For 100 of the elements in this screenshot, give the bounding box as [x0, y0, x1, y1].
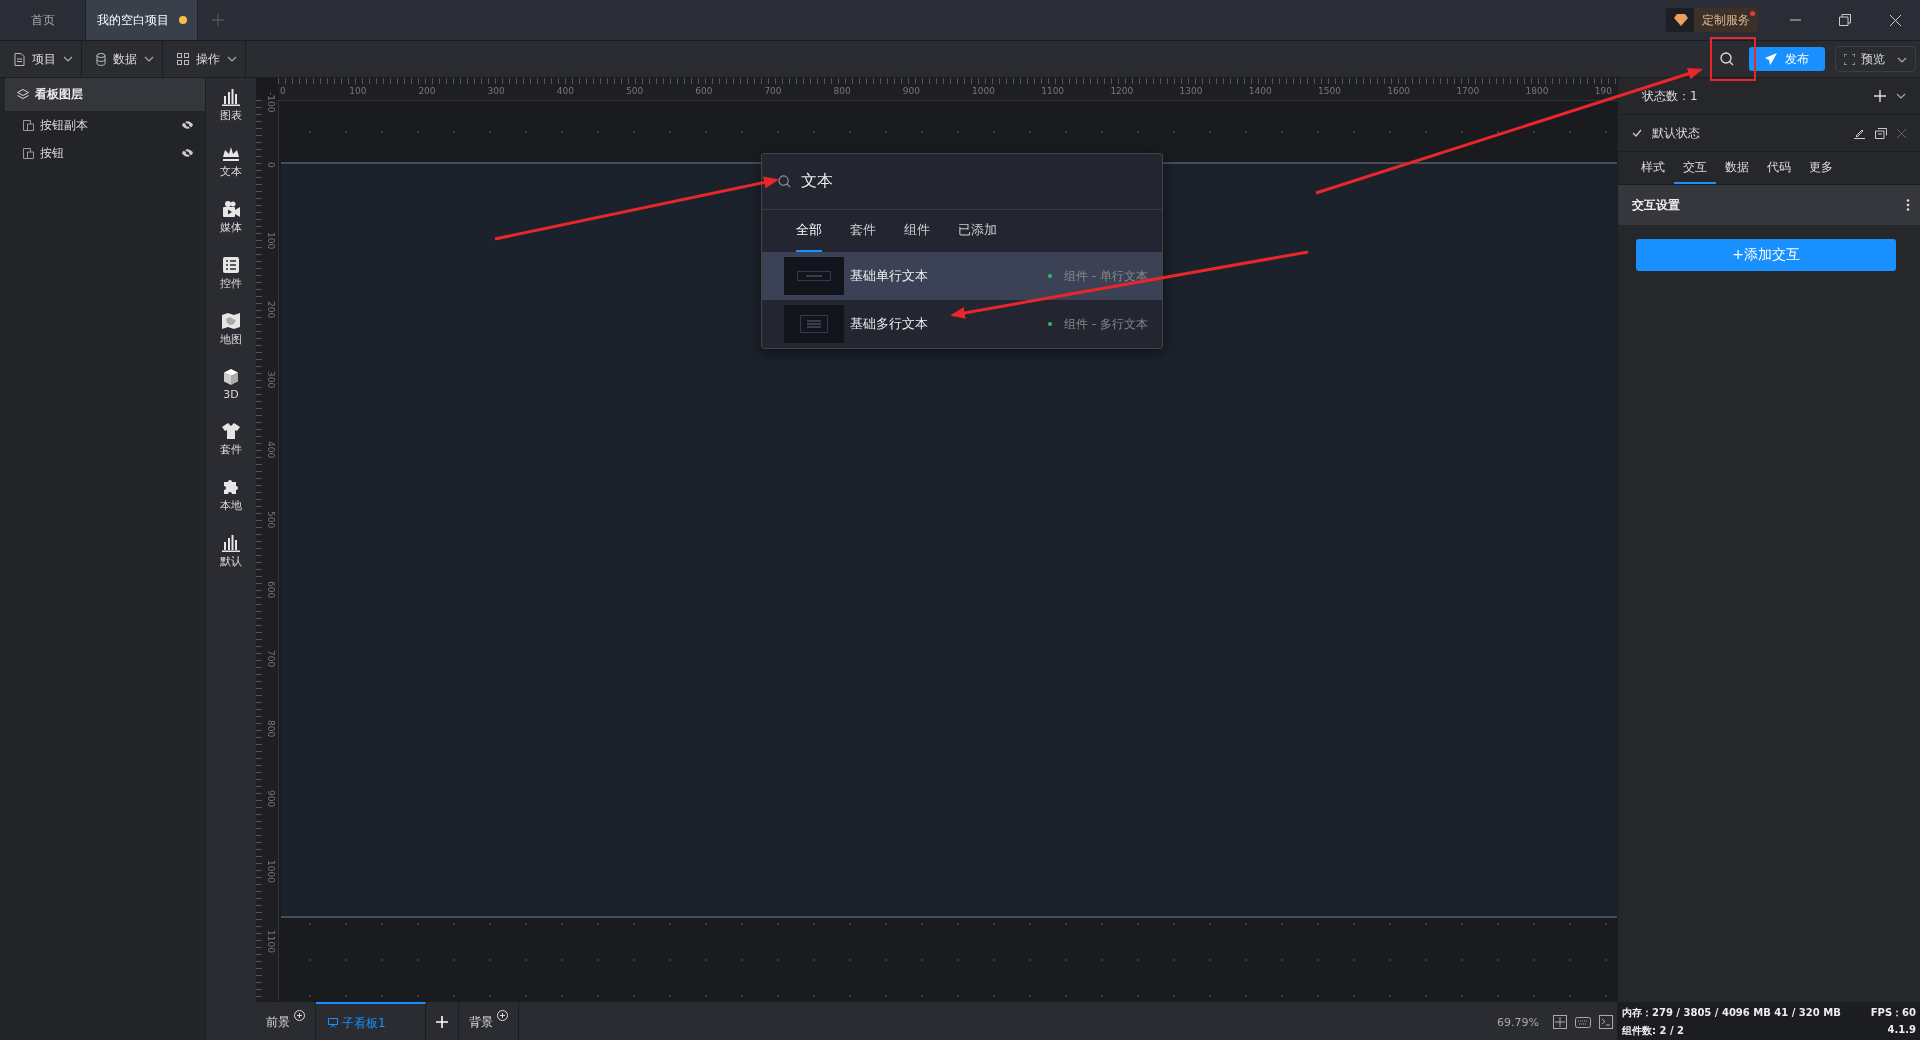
component-thumbnail: [784, 305, 844, 343]
search-result[interactable]: 基础单行文本 组件 - 单行文本: [762, 252, 1162, 300]
ruler-label: 200: [266, 301, 276, 319]
filter-tab[interactable]: 套件: [850, 210, 876, 252]
ruler-label: 800: [266, 720, 276, 738]
bar-chart-icon: [221, 88, 241, 106]
ruler-label: 0: [266, 161, 276, 168]
ruler-label: 1500: [1318, 86, 1341, 96]
document-tab[interactable]: 我的空白项目: [86, 0, 198, 40]
chevron-down-icon: [144, 56, 154, 62]
ruler-label: 600: [266, 580, 276, 598]
shirt-icon: [221, 422, 241, 440]
ruler-label: 0: [280, 86, 286, 96]
section-title: 交互设置: [1632, 196, 1681, 214]
send-icon: [1765, 53, 1777, 65]
cube-icon: [221, 368, 241, 386]
ruler-label: 700: [764, 86, 782, 96]
filter-tab[interactable]: 已添加: [958, 210, 997, 252]
preview-button[interactable]: 预览: [1835, 46, 1916, 72]
ruler-label: 500: [626, 86, 644, 96]
state-name[interactable]: 默认状态: [1652, 124, 1844, 142]
tool-button[interactable]: 本地: [220, 478, 242, 513]
property-tab[interactable]: 代码: [1758, 152, 1800, 184]
ruler-label: 1100: [266, 929, 276, 953]
minimize-icon[interactable]: [1789, 19, 1801, 21]
tool-button[interactable]: 地图: [220, 312, 242, 347]
component-thumbnail: [784, 257, 844, 295]
map-icon: [221, 312, 241, 330]
search-icon: [1720, 52, 1734, 66]
board-tab[interactable]: 子看板1: [316, 1002, 426, 1040]
copy-icon[interactable]: [1875, 127, 1887, 139]
plus-icon: [436, 1016, 448, 1028]
chevron-down-icon: [1896, 93, 1906, 99]
edit-icon[interactable]: [1854, 127, 1865, 139]
database-icon: [96, 52, 106, 66]
property-tab[interactable]: 数据: [1716, 152, 1758, 184]
property-tab[interactable]: 样式: [1632, 152, 1674, 184]
chevron-down-icon: [63, 56, 73, 62]
document-icon: [14, 52, 25, 66]
layer-item[interactable]: 按钮: [0, 139, 205, 167]
tool-button[interactable]: 控件: [220, 256, 242, 291]
tool-button[interactable]: 文本: [220, 144, 242, 179]
button-layer-icon: [23, 147, 34, 159]
chevron-down-icon: [227, 56, 237, 62]
search-input[interactable]: 文本: [801, 172, 1101, 191]
ruler-label: 400: [556, 86, 574, 96]
tool-button[interactable]: 图表: [220, 88, 242, 123]
background-tab[interactable]: 背景: [459, 1002, 519, 1040]
chevron-down-icon: [1897, 57, 1907, 63]
eye-slash-icon[interactable]: [182, 121, 193, 129]
ruler-label: 100: [349, 86, 367, 96]
result-category: 组件 - 单行文本: [1064, 267, 1148, 285]
ruler-label: 1600: [1387, 86, 1411, 96]
search-result[interactable]: 基础多行文本 组件 - 多行文本: [762, 300, 1162, 348]
tool-button[interactable]: 媒体: [220, 200, 242, 235]
search-icon: [778, 175, 791, 188]
service-button[interactable]: 定制服务: [1666, 8, 1758, 32]
ruler-label: 1200: [1110, 86, 1134, 96]
ruler-label: 1000: [972, 86, 995, 96]
tool-button[interactable]: 套件: [220, 422, 242, 457]
state-count: 状态数：1: [1642, 87, 1699, 105]
ruler-label: 190: [1594, 86, 1612, 96]
ruler-label: 800: [833, 86, 851, 96]
ruler-label: 300: [487, 86, 505, 96]
menu-button[interactable]: 操作: [163, 41, 246, 77]
ruler-label: 900: [266, 790, 276, 808]
property-tab[interactable]: 更多: [1800, 152, 1842, 184]
bar-chart-icon: [221, 534, 241, 552]
restore-icon[interactable]: [1839, 14, 1851, 26]
menu-button[interactable]: 项目: [0, 41, 82, 77]
menu-button[interactable]: 数据: [82, 41, 163, 77]
ruler-label: 1100: [1041, 86, 1065, 96]
layers-icon: [17, 89, 29, 100]
diamond-icon: [1674, 14, 1688, 26]
ruler-label: 1300: [1179, 86, 1203, 96]
ruler-label: 400: [266, 441, 276, 459]
memory-usage: 内存：279 / 3805 / 4096 MB 41 / 320 MB: [1622, 1006, 1842, 1020]
version-label: 4.1.9: [1886, 1024, 1916, 1037]
add-circle-icon: [497, 1009, 508, 1021]
filter-tab[interactable]: 组件: [904, 210, 930, 252]
ruler-label: 1700: [1456, 86, 1480, 96]
layer-item[interactable]: 按钮副本: [0, 111, 205, 139]
foreground-tab[interactable]: 前景: [256, 1002, 316, 1040]
eye-slash-icon[interactable]: [182, 149, 193, 157]
puzzle-icon: [221, 478, 241, 496]
grid-icon: [177, 53, 189, 65]
button-layer-icon: [23, 119, 34, 131]
ruler-label: 500: [266, 510, 276, 528]
ruler-label: 700: [266, 650, 276, 668]
ruler-label: 1800: [1525, 86, 1549, 96]
list-icon: [221, 256, 241, 274]
status-dot: [1048, 322, 1053, 326]
ruler-label: 300: [266, 371, 276, 389]
component-count: 组件数: 2 / 2: [1622, 1024, 1685, 1038]
tool-button[interactable]: 默认: [220, 534, 242, 569]
ruler-label: 100: [266, 231, 276, 249]
ruler-label: 200: [418, 86, 436, 96]
more-icon[interactable]: [1906, 199, 1910, 211]
result-category: 组件 - 多行文本: [1064, 315, 1148, 333]
tool-button[interactable]: 3D: [221, 368, 241, 401]
